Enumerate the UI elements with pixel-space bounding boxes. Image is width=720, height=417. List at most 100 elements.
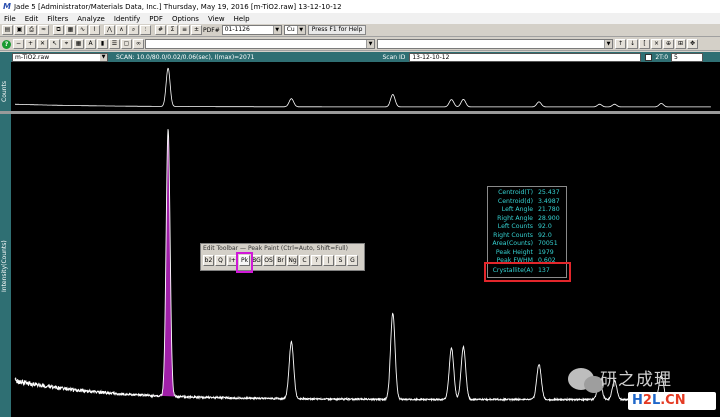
two-theta-field[interactable]: 5 [671,52,704,62]
bars-icon[interactable]: ▮ [97,39,108,49]
overlay-icon[interactable]: ≈ [38,25,49,35]
zoom-icon[interactable]: ± [191,25,202,35]
report-label: Right Counts [493,231,533,239]
close-icon[interactable]: × [651,39,662,49]
edit-tool-button[interactable]: C [299,255,310,266]
paste-icon[interactable]: ▦ [65,25,76,35]
pdf-number-combo[interactable]: 01-1126 ▼ [221,25,282,35]
scan-id-field[interactable]: 13-12-10-12 [409,52,642,62]
watermark: 研之成理 H2L.CN [560,360,720,417]
chevron-down-icon[interactable]: ▼ [604,40,612,48]
report-label: Right Angle [497,214,533,222]
edit-tool-button[interactable]: Ng [287,255,298,266]
window-title: Jade 5 [Administrator/Materials Data, In… [13,2,342,11]
plus-icon[interactable]: + [25,39,36,49]
report-value: 25.437 [538,189,560,196]
scan-parameters: SCAN: 10.0/80.0/0.02/0.06(sec), I(max)=2… [116,53,255,61]
report-value: 92.0 [538,231,552,239]
edit-tool-button[interactable]: Br [275,255,286,266]
menu-help[interactable]: Help [234,15,250,23]
marker-icon[interactable]: ⌖ [61,39,72,49]
site-logo-l: L [651,393,661,408]
main-axis-label: Intensity(Counts) [1,240,8,292]
target-combo[interactable]: Cu ▼ [283,25,306,35]
label-icon[interactable]: A [85,39,96,49]
help-icon[interactable]: ? [2,39,11,49]
search-match-icon[interactable]: ⌕ [128,25,139,35]
overview-plot[interactable] [11,62,720,111]
edit-toolbar[interactable]: Edit Toolbar — Peak Paint (Ctrl=Auto, Sh… [200,243,365,271]
profile-fit-icon[interactable]: ∧ [116,25,127,35]
arrow-down-icon[interactable]: ↓ [627,39,638,49]
menu-identify[interactable]: Identify [114,15,140,23]
background-icon[interactable]: ⌇ [89,25,100,35]
report-label: Area(Counts) [492,240,533,247]
report-label: Centroid(T) [498,189,533,196]
zoom-in-icon[interactable]: ⊕ [663,39,674,49]
main-toolbar: ▤ ▣ ⎙ ≈ ⧉ ▦ ∿ ⌇ ⋀ ∧ ⌕ ⫶ # Σ ≡ ± PDF# 01-… [0,24,720,37]
delete-icon[interactable]: ✕ [37,39,48,49]
pdf-number-value: 01-1126 [224,26,250,33]
pdf-overlay-icon[interactable]: ⫶ [140,25,151,35]
title-bar: M Jade 5 [Administrator/Materials Data, … [0,0,720,13]
bracket-icon[interactable]: [ [639,39,650,49]
print-icon[interactable]: ⎙ [26,25,37,35]
chevron-down-icon[interactable]: ▼ [366,40,374,48]
report-row: Centroid(T) 25.437 [488,189,566,197]
edit-tool-button[interactable]: ? [311,255,322,266]
painted-peak-area [154,130,182,398]
lattice-icon[interactable]: # [155,25,166,35]
minus-icon[interactable]: − [13,39,24,49]
arrow-up-icon[interactable]: ↑ [615,39,626,49]
chevron-down-icon[interactable]: ▼ [296,26,305,34]
report-icon[interactable]: ≡ [179,25,190,35]
copy-icon[interactable]: ⧉ [53,25,64,35]
report-value: 3.4987 [538,197,560,205]
open-icon[interactable]: ▤ [2,25,13,35]
diffraction-pattern-line [15,67,711,108]
site-logo-domain: .CN [660,393,686,408]
help-button[interactable]: Press F1 for Help [307,25,367,35]
window-icon[interactable]: ▢ [121,39,132,49]
link-icon[interactable]: ∞ [133,39,144,49]
file-select[interactable]: m-TiO2.raw ▼ [12,52,108,62]
cursor-icon[interactable]: ↖ [49,39,60,49]
two-theta-checkbox[interactable] [645,53,653,61]
chevron-down-icon[interactable]: ▼ [272,26,281,34]
crystallite-highlight-box [484,262,571,282]
report-row: Left Angle 21.780 [488,206,566,214]
phase-selector[interactable]: ▼ [377,39,613,49]
edit-tool-button[interactable]: Q [215,255,226,266]
site-logo-h: H [632,393,643,408]
peak-find-icon[interactable]: ⋀ [104,25,115,35]
pan-icon[interactable]: ✥ [687,39,698,49]
menu-options[interactable]: Options [172,15,199,23]
menu-file[interactable]: File [4,15,16,23]
scale-icon[interactable]: ⊞ [675,39,686,49]
menu-filters[interactable]: Filters [47,15,68,23]
calculate-icon[interactable]: Σ [167,25,178,35]
save-icon[interactable]: ▣ [14,25,25,35]
report-row: Area(Counts) 70051 [488,240,566,248]
menu-pdf[interactable]: PDF [149,15,163,23]
grid-icon[interactable]: ▦ [73,39,84,49]
edit-toolbar-title: Edit Toolbar — Peak Paint (Ctrl=Auto, Sh… [203,245,348,252]
report-label: Left Counts [497,223,533,230]
edit-tool-button[interactable]: OS [263,255,274,266]
chevron-down-icon[interactable]: ▼ [100,53,107,61]
smooth-icon[interactable]: ∿ [77,25,88,35]
report-row: Left Counts 92.0 [488,223,566,231]
edit-tool-button[interactable]: | [323,255,334,266]
table-icon[interactable]: ☰ [109,39,120,49]
menu-edit[interactable]: Edit [25,15,39,23]
two-theta-label: 2T:0 [655,53,669,61]
menu-view[interactable]: View [208,15,225,23]
target-value: Cu [286,26,295,33]
edit-tool-button[interactable]: b2 [203,255,214,266]
menu-analyze[interactable]: Analyze [77,15,105,23]
edit-tool-button[interactable]: S [335,255,346,266]
pattern-selector[interactable]: ▼ [145,39,375,49]
edit-tool-button[interactable]: G [347,255,358,266]
report-row: Right Counts 92.0 [488,232,566,240]
report-label: Peak Height [495,248,533,256]
